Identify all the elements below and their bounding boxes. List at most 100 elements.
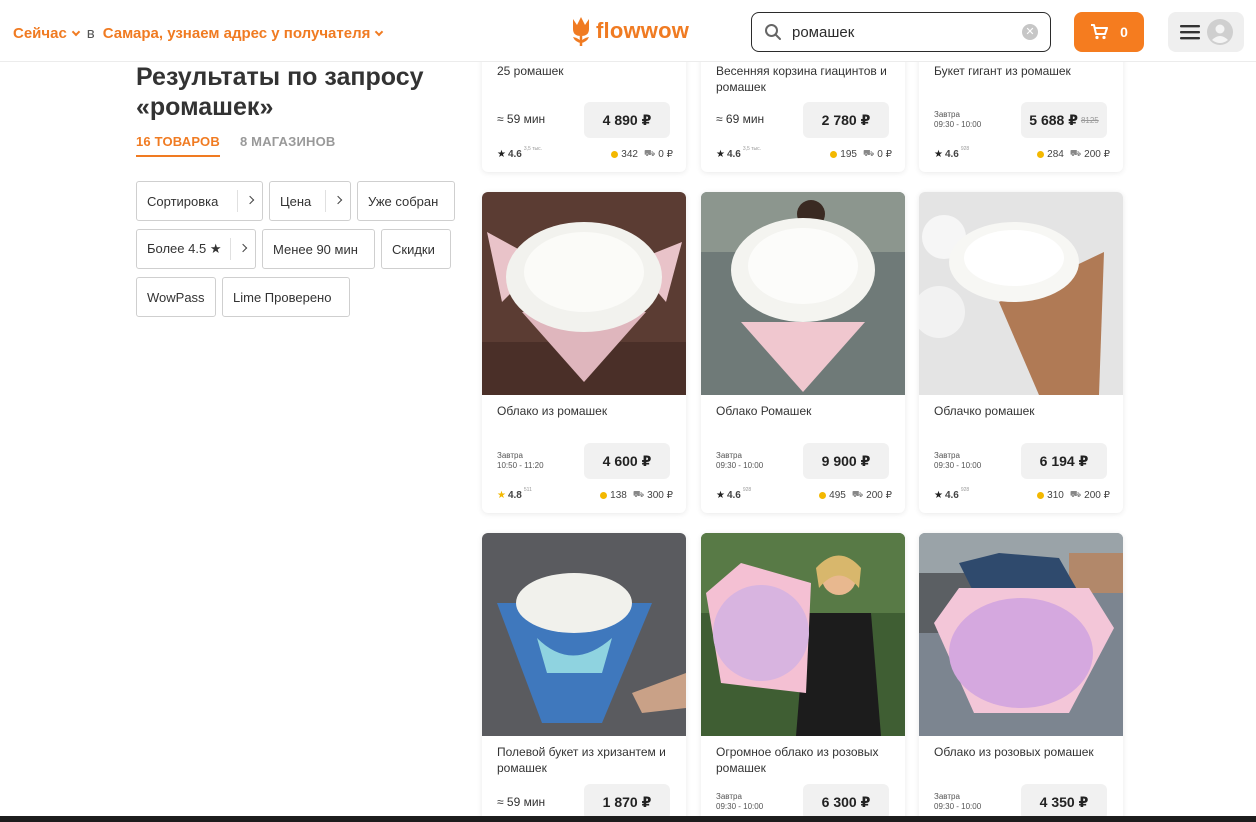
- wowpass-filter[interactable]: WowPass: [136, 277, 216, 317]
- eta-day: Завтра: [497, 451, 523, 460]
- tab-shops[interactable]: 8 МАГАЗИНОВ: [240, 134, 336, 157]
- chevron-right-icon: [333, 195, 343, 205]
- product-card[interactable]: Облако из розовых ромашек Завтра 09:30 -…: [919, 533, 1123, 822]
- rating-value: 4.8: [507, 489, 522, 501]
- eta-time: 09:30 - 10:00: [934, 802, 982, 811]
- price-value: 2 780 ₽: [821, 111, 871, 128]
- reviews-count: 928: [960, 487, 970, 493]
- cart-button[interactable]: 0: [1074, 12, 1144, 52]
- delivery-icon: ⛟: [632, 489, 645, 499]
- price-button[interactable]: 6 194 ₽: [1021, 443, 1107, 479]
- delivery-price: 0 ₽: [877, 148, 892, 160]
- delivery-icon: ⛟: [851, 489, 864, 499]
- delivery-price: 0 ₽: [658, 148, 673, 160]
- delivery-eta: Завтра 09:30 - 10:00: [934, 451, 981, 471]
- ready-filter-label: Уже собран: [368, 193, 439, 209]
- bonus-value: 138: [610, 489, 627, 501]
- product-card[interactable]: Огромное облако из розовых ромашек Завтр…: [701, 533, 905, 822]
- price-button[interactable]: 4 600 ₽: [584, 443, 670, 479]
- search-bar[interactable]: ромашек ✕: [751, 12, 1051, 52]
- product-photo[interactable]: [919, 533, 1123, 736]
- price-button[interactable]: 4 890 ₽: [584, 102, 670, 138]
- price-filter[interactable]: Цена: [269, 181, 351, 221]
- divider: [325, 190, 326, 212]
- logo[interactable]: flowwow: [570, 15, 689, 47]
- divider: [237, 190, 238, 212]
- sort-filter[interactable]: Сортировка: [136, 181, 263, 221]
- price-value: 5 688 ₽: [1029, 111, 1078, 128]
- lime-filter[interactable]: Lime Проверено: [222, 277, 350, 317]
- rating-value: 4.6: [944, 148, 959, 160]
- price-value: 4 890 ₽: [602, 111, 652, 128]
- bonus-coin-icon: [1037, 150, 1045, 158]
- product-card[interactable]: Облако из ромашек Завтра 10:50 - 11:20 4…: [482, 192, 686, 513]
- eta-day: Завтра: [716, 792, 742, 801]
- eta-day: Завтра: [934, 792, 960, 801]
- delivery-eta: Завтра 09:30 - 10:00: [934, 110, 981, 130]
- lime-label: Lime Проверено: [233, 289, 332, 305]
- product-photo[interactable]: [482, 533, 686, 736]
- delivery-price: 200 ₽: [866, 489, 892, 501]
- window-bottom-edge: [0, 816, 1256, 822]
- product-meta: ★ 4.8 511 138 ⛟ 300 ₽: [497, 487, 673, 501]
- product-meta: ★ 4.6 928 284 ⛟ 200 ₽: [934, 146, 1110, 160]
- price-button[interactable]: 2 780 ₽: [803, 102, 889, 138]
- eta-time: 10:50 - 11:20: [497, 461, 544, 470]
- eta-day: Завтра: [716, 451, 742, 460]
- city-select[interactable]: Самара, узнаем адрес у получателя: [103, 25, 371, 42]
- product-card[interactable]: Облачко ромашек Завтра 09:30 - 10:00 6 1…: [919, 192, 1123, 513]
- delivery-eta: ≈ 59 мин: [497, 795, 546, 809]
- reviews-count: 928: [960, 146, 970, 152]
- tab-products[interactable]: 16 ТОВАРОВ: [136, 134, 220, 157]
- price-button[interactable]: 5 688 ₽ 8125: [1021, 102, 1107, 138]
- menu-button[interactable]: [1168, 12, 1244, 52]
- location-selector[interactable]: Сейчас в Самара, узнаем адрес у получате…: [13, 25, 384, 42]
- fast-delivery-filter[interactable]: Менее 90 мин: [262, 229, 375, 269]
- price-button[interactable]: 6 300 ₽: [803, 784, 889, 820]
- price-button[interactable]: 9 900 ₽: [803, 443, 889, 479]
- title-query: «ромашек»: [136, 93, 274, 121]
- product-name: Букет гигант из ромашек: [934, 64, 1071, 78]
- page-title: Результаты по запросу «ромашек»: [136, 62, 456, 122]
- delivery-icon: ⛟: [1069, 489, 1082, 499]
- in-label: в: [86, 25, 95, 42]
- chevron-right-icon: [238, 243, 248, 253]
- product-name: 25 ромашек: [497, 64, 564, 78]
- product-meta: ★ 4.6 928 495 ⛟ 200 ₽: [716, 487, 892, 501]
- delivery-price: 300 ₽: [647, 489, 673, 501]
- eta-time: 09:30 - 10:00: [716, 802, 764, 811]
- rating-value: 4.6: [726, 489, 741, 501]
- eta-day: Завтра: [934, 110, 960, 119]
- bonus-coin-icon: [600, 491, 608, 499]
- clear-search-icon[interactable]: ✕: [1022, 24, 1038, 40]
- star-icon: ★: [497, 148, 506, 160]
- product-card[interactable]: Облако Ромашек Завтра 09:30 - 10:00 9 90…: [701, 192, 905, 513]
- cart-icon: [1091, 24, 1109, 40]
- product-meta: ★ 4.6 3,5 тыс. 342 ⛟ 0 ₽: [497, 146, 673, 160]
- wowpass-label: WowPass: [147, 289, 205, 305]
- product-meta: ★ 4.6 3,5 тыс. 195 ⛟ 0 ₽: [716, 146, 892, 160]
- price-value: 1 870 ₽: [602, 793, 652, 810]
- product-photo[interactable]: [919, 192, 1123, 395]
- price-button[interactable]: 4 350 ₽: [1021, 784, 1107, 820]
- search-input[interactable]: ромашек: [792, 24, 1022, 41]
- product-name: Облако из розовых ромашек: [934, 745, 1094, 759]
- price-value: 4 350 ₽: [1039, 793, 1089, 810]
- bonus-value: 310: [1047, 489, 1064, 501]
- time-select[interactable]: Сейчас: [13, 25, 67, 42]
- product-photo[interactable]: [482, 192, 686, 395]
- star-icon: ★: [934, 148, 943, 160]
- product-photo[interactable]: [701, 192, 905, 395]
- rating-filter[interactable]: Более 4.5 ★: [136, 229, 256, 269]
- star-icon: ★: [716, 148, 725, 160]
- product-photo[interactable]: [701, 533, 905, 736]
- price-button[interactable]: 1 870 ₽: [584, 784, 670, 820]
- discounts-filter[interactable]: Скидки: [381, 229, 451, 269]
- reviews-count: 3,5 тыс.: [742, 146, 761, 152]
- top-header: Сейчас в Самара, узнаем адрес у получате…: [0, 0, 1256, 62]
- delivery-eta: Завтра 10:50 - 11:20: [497, 451, 544, 471]
- product-card[interactable]: Полевой букет из хризантем и ромашек ≈ 5…: [482, 533, 686, 822]
- tulip-icon: [573, 17, 589, 46]
- eta-time: 09:30 - 10:00: [934, 120, 982, 129]
- ready-filter[interactable]: Уже собран: [357, 181, 455, 221]
